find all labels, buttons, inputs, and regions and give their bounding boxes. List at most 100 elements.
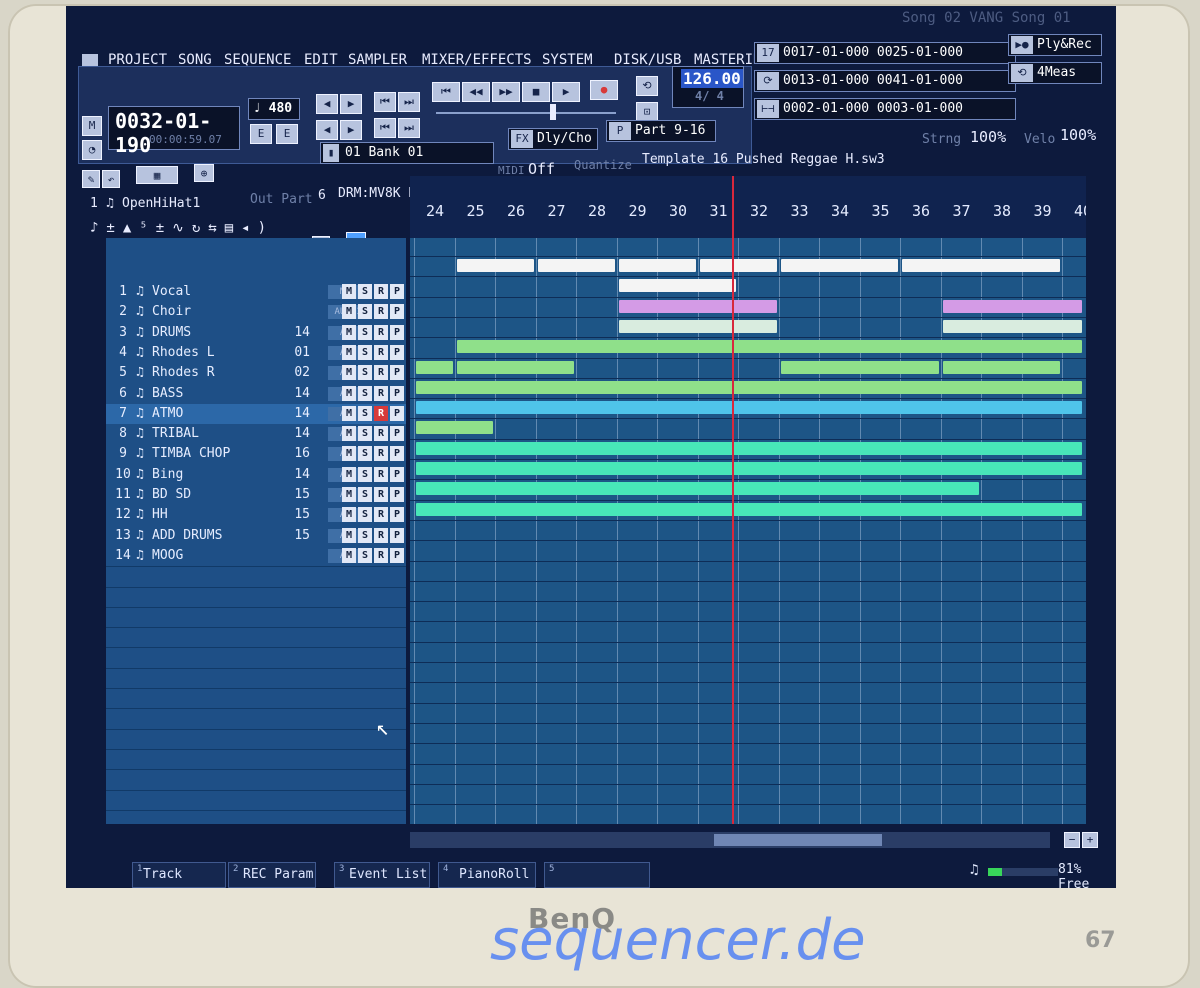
playhead[interactable] xyxy=(732,176,734,832)
track-row[interactable]: 6BASS14A15♫MSRP xyxy=(106,384,406,404)
next-event-button[interactable]: ▶ xyxy=(340,94,362,114)
track-row[interactable]: 9TIMBA CHOP16A15♫MSRP xyxy=(106,444,406,464)
play-button[interactable]: P xyxy=(390,324,404,340)
song-part[interactable] xyxy=(942,259,1060,272)
tempo-display[interactable]: 126.00 4/ 4 xyxy=(672,66,744,108)
rec-button[interactable]: R xyxy=(374,365,388,381)
bar-number[interactable]: 38 xyxy=(993,202,1011,220)
bank-selector[interactable]: ▮ 01 Bank 01 xyxy=(320,142,494,164)
solo-button[interactable]: S xyxy=(358,365,372,381)
strng-value[interactable]: 100% xyxy=(970,128,1006,146)
track-row[interactable]: 2ChoirAUX 1♫MSRP xyxy=(106,302,406,322)
rec-button[interactable]: R xyxy=(374,426,388,442)
next-bar-button[interactable]: ▶ xyxy=(340,120,362,140)
prev-marker-button[interactable]: ⏮ xyxy=(374,92,396,112)
tab-piano-roll[interactable]: 4 PianoRoll xyxy=(438,862,536,888)
solo-button[interactable]: S xyxy=(358,344,372,360)
solo-button[interactable]: S xyxy=(358,284,372,299)
play-rec-mode[interactable]: ▶● Ply&Rec xyxy=(1008,34,1102,56)
bar-number[interactable]: 25 xyxy=(467,202,485,220)
play-button[interactable]: ▶ xyxy=(552,82,580,102)
bar-number[interactable]: 33 xyxy=(791,202,809,220)
bar-number[interactable]: 32 xyxy=(750,202,768,220)
solo-button[interactable]: S xyxy=(358,385,372,401)
bar-number[interactable]: 31 xyxy=(710,202,728,220)
song-part[interactable] xyxy=(942,360,1060,374)
tab-5[interactable]: 5 xyxy=(544,862,650,888)
play-button[interactable]: P xyxy=(390,365,404,381)
track-row[interactable]: 5Rhodes R02A14♫MSRP xyxy=(106,363,406,383)
rec-button[interactable]: R xyxy=(374,324,388,340)
slider-handle[interactable] xyxy=(550,104,556,120)
mute-button[interactable]: M xyxy=(342,344,356,360)
mute-button[interactable]: M xyxy=(342,547,356,563)
bar-number[interactable]: 30 xyxy=(669,202,687,220)
locate-end-button[interactable]: ⏭ xyxy=(398,118,420,138)
track-row[interactable]: 3DRUMS14A14♫MSRP xyxy=(106,323,406,343)
song-part[interactable] xyxy=(456,259,534,272)
position-slider[interactable] xyxy=(436,112,616,114)
loop-button[interactable]: ⟲ xyxy=(636,76,658,96)
play-button[interactable]: P xyxy=(390,507,404,523)
track-row[interactable]: 12HH15A15♫MSRP xyxy=(106,505,406,525)
solo-button[interactable]: S xyxy=(358,487,372,502)
mix-button[interactable]: M xyxy=(82,116,102,136)
menu-icon[interactable] xyxy=(82,54,98,66)
zoom-icon[interactable]: ⊕ xyxy=(194,164,214,182)
solo-button[interactable]: S xyxy=(358,405,372,421)
prev-bar-button[interactable]: ◀ xyxy=(316,120,338,140)
track-row[interactable]: 1VocalMIX♫MSRP xyxy=(106,282,406,302)
meas-mode[interactable]: ⟲ 4Meas xyxy=(1008,62,1102,84)
bar-number[interactable]: 39 xyxy=(1034,202,1052,220)
track-row[interactable]: 11BD SD15A15♫MSRP xyxy=(106,485,406,505)
song-part[interactable] xyxy=(416,441,1082,455)
bar-number[interactable]: 27 xyxy=(548,202,566,220)
bar-number[interactable]: 35 xyxy=(872,202,890,220)
undo-icon[interactable]: ↶ xyxy=(102,170,120,188)
play-button[interactable]: P xyxy=(390,284,404,299)
mute-button[interactable]: M xyxy=(342,365,356,381)
locate-start-button[interactable]: ⏮ xyxy=(374,118,396,138)
play-button[interactable]: P xyxy=(390,385,404,401)
solo-button[interactable]: S xyxy=(358,426,372,442)
mute-button[interactable]: M xyxy=(342,304,356,320)
rec-button[interactable]: R xyxy=(374,527,388,543)
mute-button[interactable]: M xyxy=(342,446,356,462)
track-row[interactable]: 10Bing14A15♫MSRP xyxy=(106,465,406,485)
song-part[interactable] xyxy=(942,319,1082,333)
song-part[interactable] xyxy=(416,360,453,374)
mute-button[interactable]: M xyxy=(342,426,356,442)
velo-value[interactable]: 100% xyxy=(1060,126,1096,144)
track-row[interactable]: 8TRIBAL14A15♫MSRP xyxy=(106,424,406,444)
song-part[interactable] xyxy=(416,421,493,435)
grid-view-icon[interactable]: ▦ xyxy=(136,166,178,184)
bar-number[interactable]: 34 xyxy=(831,202,849,220)
mute-button[interactable]: M xyxy=(342,507,356,523)
mute-button[interactable]: M xyxy=(342,487,356,502)
locator-3[interactable]: ⊢⊣ 0002-01-000 0003-01-000 xyxy=(754,98,1016,120)
position-display[interactable]: 0032-01-190 00:00:59.07 xyxy=(108,106,240,157)
rec-button[interactable]: R xyxy=(374,507,388,523)
tab-event-list[interactable]: 3 Event List xyxy=(334,862,430,888)
rewind-button[interactable]: ◀◀ xyxy=(462,82,490,102)
bar-number[interactable]: 40 xyxy=(1074,202,1086,220)
rec-button[interactable]: R xyxy=(374,405,388,421)
zoom-out-button[interactable]: − xyxy=(1064,832,1080,848)
part-selector[interactable]: P Part 9-16 xyxy=(606,120,716,142)
solo-button[interactable]: S xyxy=(358,466,372,482)
play-button[interactable]: P xyxy=(390,344,404,360)
mute-button[interactable]: M xyxy=(342,405,356,421)
bar-number[interactable]: 26 xyxy=(507,202,525,220)
song-part[interactable] xyxy=(416,401,1082,415)
track-row[interactable]: 4Rhodes L01A14♫MSRP xyxy=(106,343,406,363)
play-button[interactable]: P xyxy=(390,304,404,320)
song-part[interactable] xyxy=(456,360,574,374)
song-part[interactable] xyxy=(416,462,1082,475)
scroll-thumb[interactable] xyxy=(714,834,882,846)
rec-button[interactable]: R xyxy=(374,385,388,401)
rec-button[interactable]: R xyxy=(374,446,388,462)
mute-button[interactable]: M xyxy=(342,324,356,340)
next-marker-button[interactable]: ⏭ xyxy=(398,92,420,112)
stop-button[interactable]: ■ xyxy=(522,82,550,102)
bar-ruler[interactable]: 24 25 26 27 28 29 30 31 32 33 34 35 36 37 38 39 40 xyxy=(410,176,1086,238)
